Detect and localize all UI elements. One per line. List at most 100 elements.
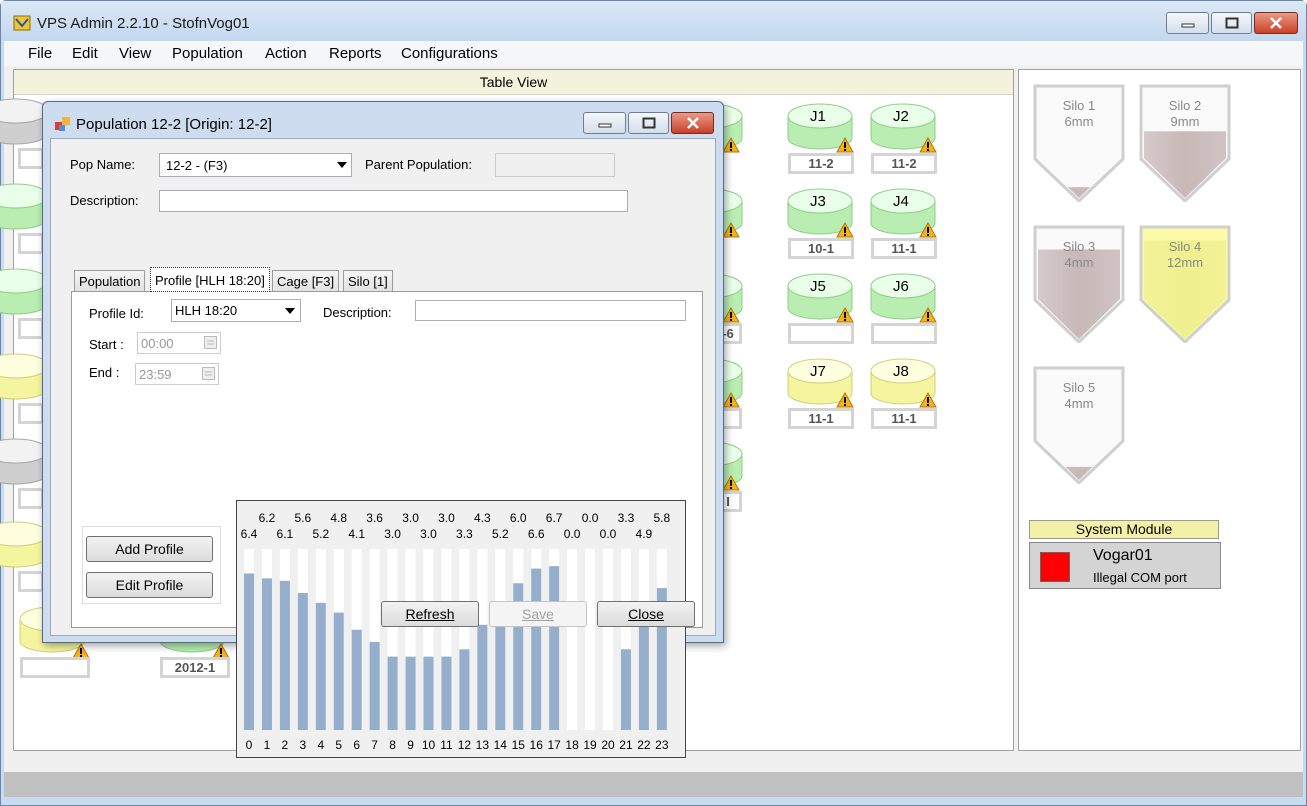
- menu-file[interactable]: File: [28, 45, 52, 62]
- value-label: 3.6: [366, 511, 383, 525]
- menu-population[interactable]: Population: [172, 45, 243, 62]
- system-module-name: Vogar01: [1093, 547, 1153, 564]
- menu-bar: File Edit View Population Action Reports…: [4, 41, 1303, 66]
- silo-size: 9mm: [1170, 114, 1200, 129]
- bar-hour-12: [459, 649, 470, 730]
- x-tick-label: 19: [583, 738, 597, 752]
- dialog-minimize-button[interactable]: [583, 112, 626, 134]
- unit-tag: [18, 233, 44, 254]
- value-label: 6.1: [277, 527, 294, 541]
- value-label: 3.0: [438, 511, 455, 525]
- silo-3[interactable]: Silo 3 4mm: [1032, 221, 1126, 345]
- silo-1[interactable]: Silo 1 6mm: [1032, 80, 1126, 204]
- close-button[interactable]: Close: [597, 601, 695, 627]
- unit-label: J1: [810, 108, 826, 125]
- minimize-icon: [598, 123, 611, 128]
- description-label: Description:: [70, 193, 139, 208]
- silo-label: Silo 1 6mm: [1032, 98, 1126, 130]
- system-module[interactable]: Vogar01 Illegal COM port: [1029, 542, 1221, 589]
- refresh-label: Refresh: [405, 606, 455, 622]
- minimize-button[interactable]: [1166, 12, 1209, 34]
- menu-view[interactable]: View: [119, 45, 151, 62]
- end-time-picker[interactable]: 23:59: [135, 363, 219, 385]
- menu-configurations[interactable]: Configurations: [401, 45, 498, 62]
- silo-2[interactable]: Silo 2 9mm: [1138, 80, 1232, 204]
- dialog-maximize-button[interactable]: [628, 112, 669, 134]
- x-tick-label: 20: [601, 738, 615, 752]
- maximize-icon: [642, 117, 655, 129]
- value-label: 3.0: [420, 527, 437, 541]
- value-label: 3.0: [402, 511, 419, 525]
- bar-hour-5: [333, 612, 344, 730]
- profile-description-input[interactable]: [415, 300, 686, 321]
- refresh-button[interactable]: Refresh: [381, 601, 479, 627]
- tab-population[interactable]: Population: [74, 270, 146, 291]
- bar-hour-2: [279, 580, 290, 730]
- bar-hour-11: [441, 656, 452, 730]
- value-label: 4.3: [474, 511, 491, 525]
- profile-tab-panel: Profile Id: HLH 18:20 Description: Start…: [71, 291, 703, 758]
- unit-tag: [871, 323, 937, 344]
- silo-name: Silo 3: [1062, 239, 1096, 254]
- menu-reports[interactable]: Reports: [329, 45, 382, 62]
- bar-hour-8: [387, 656, 398, 730]
- dialog-close-button[interactable]: [671, 112, 714, 134]
- x-tick-label: 0: [246, 738, 253, 752]
- unit-tag: [18, 571, 44, 592]
- value-label: 6.6: [528, 527, 545, 541]
- bar-hour-9: [405, 656, 416, 730]
- maximize-button[interactable]: [1211, 12, 1252, 34]
- pop-name-dropdown[interactable]: 12-2 - (F3): [159, 153, 352, 177]
- silo-name: Silo 1: [1062, 98, 1096, 113]
- value-label: 5.8: [654, 511, 671, 525]
- bar-hour-10: [423, 656, 434, 730]
- value-label: 3.0: [384, 527, 401, 541]
- maximize-icon: [1225, 17, 1238, 29]
- silo-size: 4mm: [1064, 255, 1094, 270]
- save-button[interactable]: Save: [489, 601, 587, 627]
- x-tick-label: 5: [335, 738, 342, 752]
- x-tick-label: 11: [440, 738, 453, 752]
- tab-profile[interactable]: Profile [HLH 18:20]: [150, 267, 270, 292]
- silo-4[interactable]: Silo 4 12mm: [1138, 221, 1232, 345]
- close-icon: [686, 117, 699, 129]
- unit-label: J8: [893, 363, 909, 380]
- tab-silo[interactable]: Silo [1]: [343, 270, 393, 291]
- silo-size: 4mm: [1064, 396, 1094, 411]
- description-input[interactable]: [159, 190, 628, 212]
- end-time-value: 23:59: [139, 367, 172, 382]
- value-label: 6.2: [259, 511, 276, 525]
- start-time-picker[interactable]: 00:00: [137, 332, 221, 354]
- bar-track: [585, 549, 596, 730]
- start-label: Start :: [89, 337, 124, 352]
- unit-tag: 11-1: [871, 238, 937, 259]
- unit-tag: 11-2: [871, 153, 937, 174]
- unit-label: J7: [810, 363, 826, 380]
- profile-id-dropdown[interactable]: HLH 18:20: [171, 299, 301, 322]
- value-label: 0.0: [564, 527, 581, 541]
- edit-profile-button[interactable]: Edit Profile: [86, 572, 213, 598]
- unit-tag: 11-2: [788, 153, 854, 174]
- x-tick-label: 9: [407, 738, 414, 752]
- minimize-icon: [1181, 23, 1194, 28]
- menu-action[interactable]: Action: [265, 45, 307, 62]
- warning-icon: [722, 222, 740, 238]
- unit-label: J5: [810, 278, 826, 295]
- menu-edit[interactable]: Edit: [72, 45, 98, 62]
- add-profile-button[interactable]: Add Profile: [86, 536, 213, 562]
- bar-hour-6: [351, 629, 362, 730]
- bar-hour-21: [620, 649, 631, 730]
- value-label: 4.9: [636, 527, 653, 541]
- silo-name: Silo 2: [1168, 98, 1202, 113]
- tab-cage[interactable]: Cage [F3]: [272, 270, 340, 291]
- unit-tag: 11-1: [788, 408, 854, 429]
- x-tick-label: 3: [300, 738, 307, 752]
- warning-icon: [919, 392, 937, 408]
- unit-tag: [20, 657, 90, 678]
- warning-icon: [722, 307, 740, 323]
- profile-description-label: Description:: [323, 305, 392, 320]
- unit-label: J6: [893, 278, 909, 295]
- silo-5[interactable]: Silo 5 4mm: [1032, 362, 1126, 486]
- close-window-button[interactable]: [1254, 12, 1298, 34]
- x-tick-label: 13: [476, 738, 490, 752]
